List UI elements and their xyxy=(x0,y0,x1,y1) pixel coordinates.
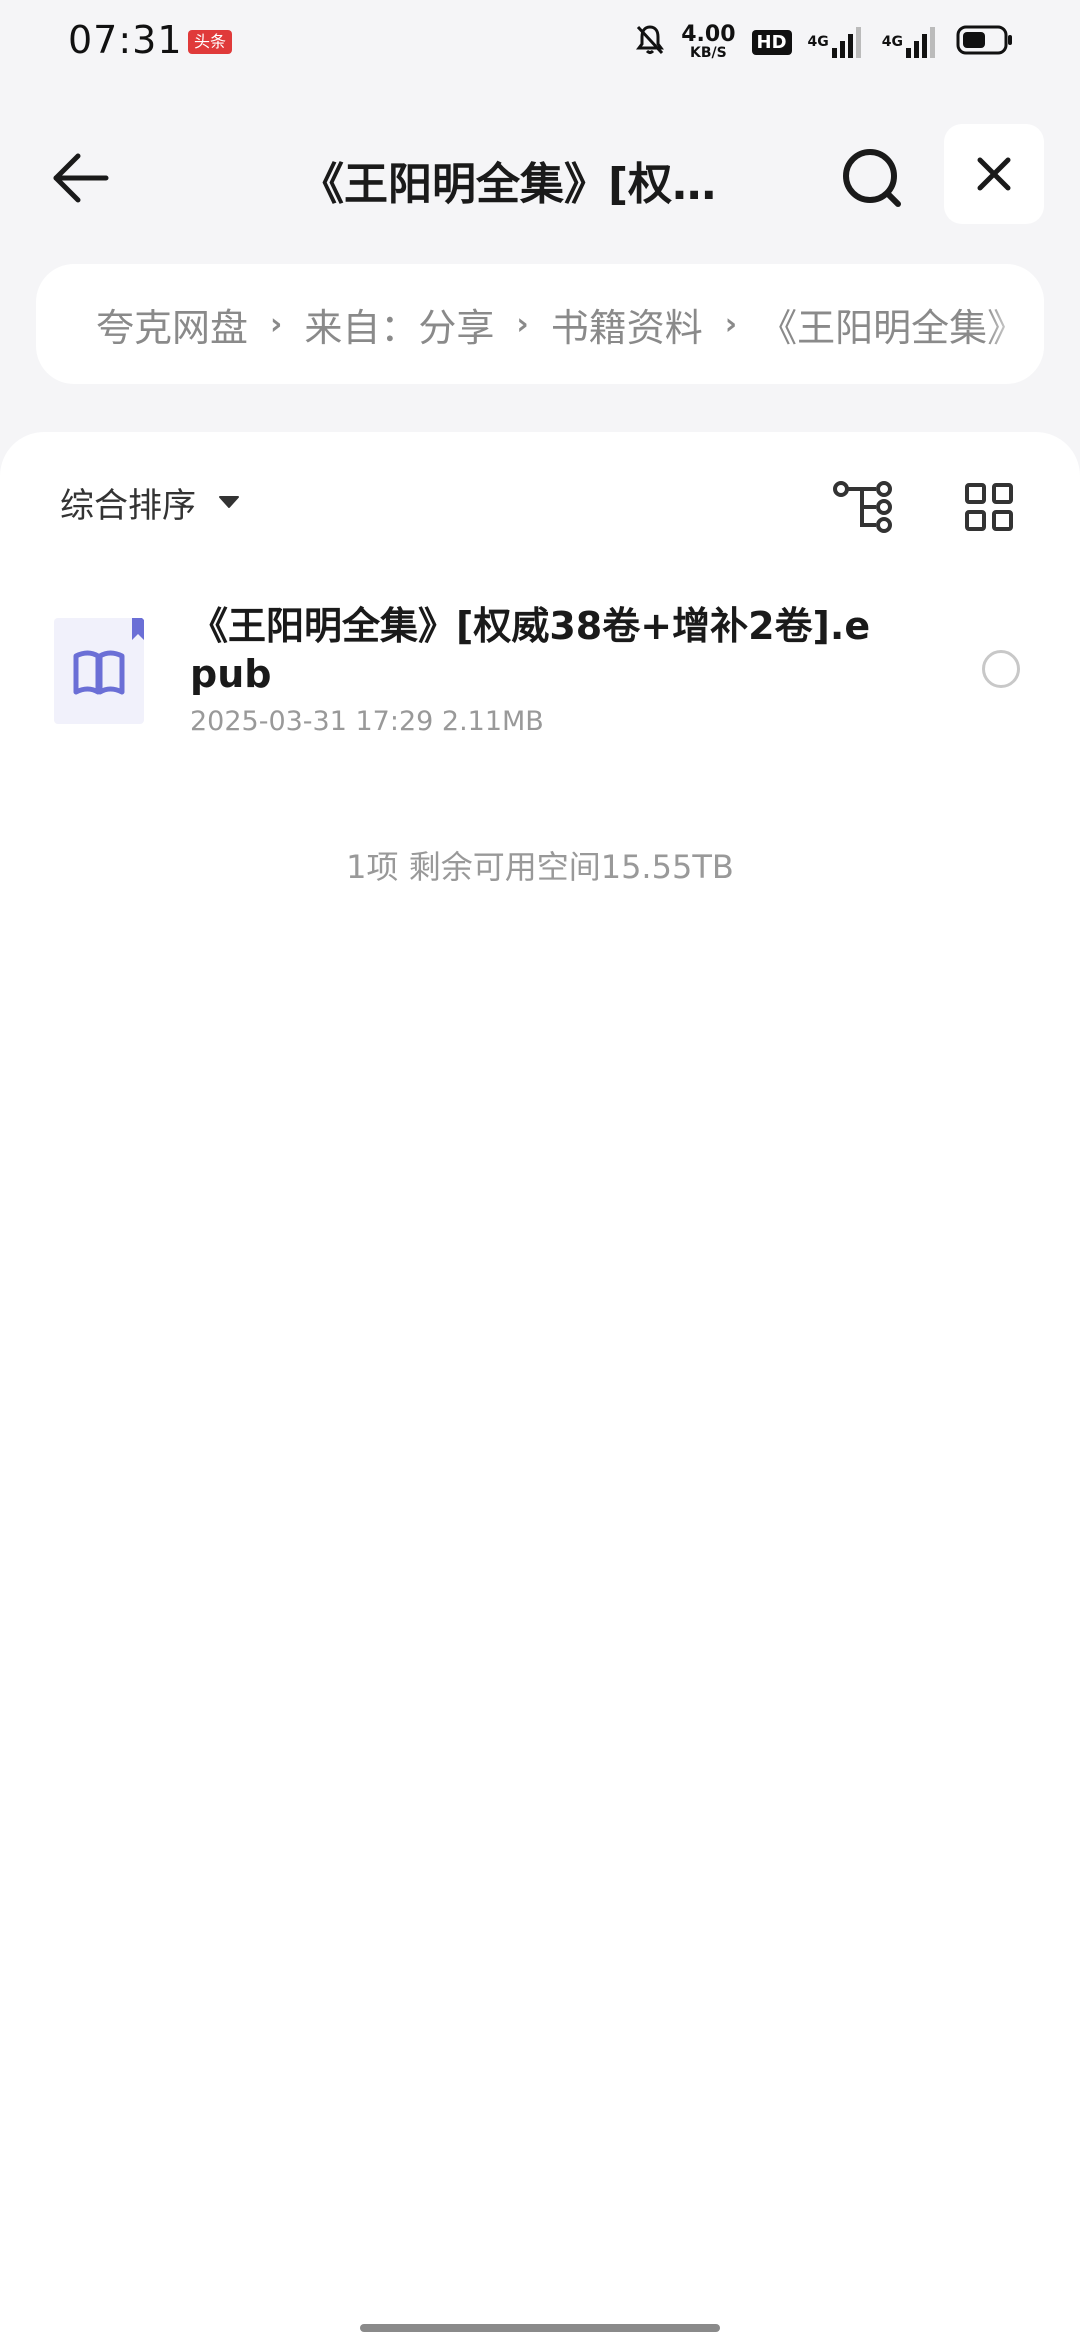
breadcrumb: 夸克网盘 › 来自：分享 › 书籍资料 › 《王阳明全集》 xyxy=(36,264,1044,384)
signal-strength-icon-2: 4G xyxy=(882,26,940,58)
caret-down-icon xyxy=(219,496,239,508)
network-type-label-2: 4G xyxy=(881,34,903,50)
sort-label: 综合排序 xyxy=(60,485,196,526)
status-bar: 07:31 头条 4.00 KB/S HD 4G 4G xyxy=(0,0,1080,84)
network-type-label: 4G xyxy=(807,34,829,50)
mute-bell-icon xyxy=(635,24,665,60)
grid-view-button[interactable] xyxy=(954,472,1024,542)
tree-view-button[interactable] xyxy=(828,472,898,542)
sort-dropdown[interactable]: 综合排序 xyxy=(60,472,240,532)
close-icon xyxy=(977,157,1011,191)
epub-book-icon xyxy=(52,616,146,726)
status-time: 07:31 xyxy=(68,18,183,62)
breadcrumb-separator: › xyxy=(516,306,529,342)
network-speed-unit: KB/S xyxy=(690,45,727,61)
breadcrumb-item-root[interactable]: 夸克网盘 xyxy=(96,297,248,352)
app-notification-badge: 头条 xyxy=(188,30,233,54)
signal-strength-icon: 4G xyxy=(808,26,866,58)
breadcrumb-fade xyxy=(984,264,1044,384)
back-button[interactable] xyxy=(44,142,116,214)
breadcrumb-item-shared[interactable]: 来自：分享 xyxy=(304,297,494,352)
arrow-left-icon xyxy=(53,153,109,203)
network-speed: 4.00 KB/S xyxy=(681,22,736,61)
breadcrumb-item-books[interactable]: 书籍资料 xyxy=(551,297,703,352)
file-select-radio[interactable] xyxy=(982,650,1020,688)
storage-summary: 1项 剩余可用空间15.55TB xyxy=(346,848,734,886)
search-icon xyxy=(843,149,901,207)
battery-icon xyxy=(956,25,1014,59)
folder-tree-icon xyxy=(833,481,892,533)
breadcrumb-separator: › xyxy=(724,306,738,342)
top-bar: 《王阳明全集》[权威38卷+增补2卷].epub xyxy=(0,120,1080,230)
network-speed-value: 4.00 xyxy=(681,22,736,47)
breadcrumb-separator: › xyxy=(270,306,283,342)
close-button[interactable] xyxy=(944,124,1044,224)
file-name: 《王阳明全集》[权威38卷+增补2卷].epub xyxy=(190,604,871,696)
file-meta: 2025-03-31 17:29 2.11MB xyxy=(190,706,544,737)
status-icons: 4.00 KB/S HD 4G 4G xyxy=(619,16,1014,68)
home-indicator[interactable] xyxy=(360,2324,720,2332)
grid-icon xyxy=(965,483,1013,531)
hd-voice-icon: HD xyxy=(751,29,792,55)
file-list-item[interactable]: 《王阳明全集》[权威38卷+增补2卷].epub 2025-03-31 17:2… xyxy=(0,602,1080,752)
search-button[interactable] xyxy=(832,138,912,218)
page-title: 《王阳明全集》[权威38卷+增补2卷].epub xyxy=(300,159,760,210)
file-list-panel: 综合排序 《王阳明全集》[权威38卷+增补2卷].epub 2025-03-31… xyxy=(0,432,1080,2340)
